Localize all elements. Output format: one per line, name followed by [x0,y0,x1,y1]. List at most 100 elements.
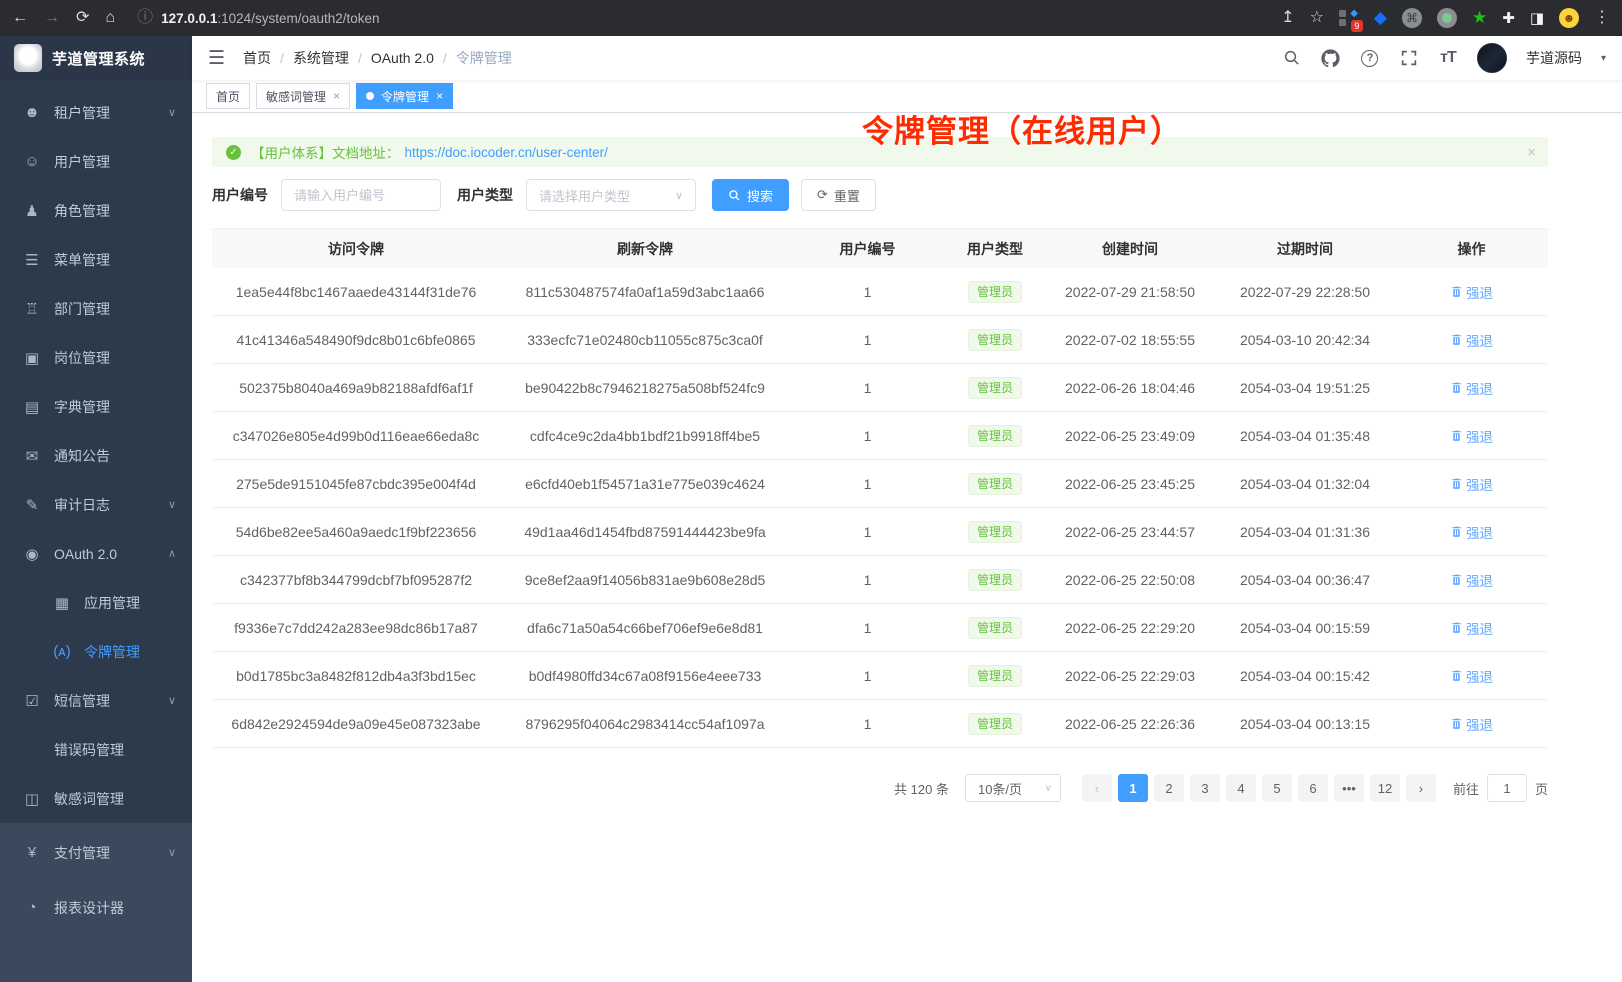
next-page-button[interactable]: › [1406,774,1436,802]
tab-sensitive-words[interactable]: 敏感词管理× [256,83,350,109]
trash-icon [1450,620,1463,635]
access-token-cell: 1ea5e44f8bc1467aaede43144f31de76 [212,284,500,300]
user-type-cell: 管理员 [945,425,1045,447]
more-pages-button[interactable]: ••• [1334,774,1364,802]
browser-home-icon[interactable]: ⌂ [105,10,115,26]
page-button-4[interactable]: 4 [1226,774,1256,802]
github-icon[interactable] [1321,48,1341,68]
user-id-cell: 1 [790,476,945,492]
force-logout-button[interactable]: 强退 [1450,714,1493,734]
trash-icon [1450,476,1463,491]
side-panel-icon[interactable]: ◨ [1530,9,1544,27]
sidebar-item-dept[interactable]: ♖部门管理 [0,284,192,333]
token-icon: (ᴀ) [50,643,74,660]
sidebar-item-role[interactable]: ♟角色管理 [0,186,192,235]
puzzle-extensions-icon[interactable]: ✚ [1502,9,1515,27]
sidebar: 芋道管理系统 ☻租户管理∨ ☺ 用户管理 ♟角色管理☰菜单管理♖部门管理▣岗位管理▤字… [0,36,192,982]
search-icon[interactable] [1282,48,1302,68]
chevron-down-icon[interactable]: ▾ [1601,53,1606,64]
page-button-6[interactable]: 6 [1298,774,1328,802]
share-icon[interactable]: ↥ [1281,10,1294,26]
search-button[interactable]: 搜索 [712,179,789,211]
sidebar-item-menu[interactable]: ☰菜单管理 [0,235,192,284]
sidebar-item-pay[interactable]: ¥支付管理∨ [0,825,192,880]
user-id-input[interactable] [281,179,441,211]
help-icon[interactable]: ? [1360,48,1380,68]
force-logout-button[interactable]: 强退 [1450,618,1493,638]
sidebar-item-dict[interactable]: ▤字典管理 [0,382,192,431]
prev-page-button[interactable]: ‹ [1082,774,1112,802]
font-size-icon[interactable]: ᴛT [1438,48,1458,68]
user-icon: ☺ [20,153,44,170]
sidebar-item-user[interactable]: ☺ 用户管理 [0,137,192,186]
sidebar-item-errcode[interactable]: 错误码管理 [0,725,192,774]
sidebar-item-token[interactable]: (ᴀ) 令牌管理 [0,627,192,676]
site-info-icon[interactable]: ⓘ [137,10,153,26]
force-logout-button[interactable]: 强退 [1450,426,1493,446]
tab-token-management[interactable]: 令牌管理× [356,83,453,109]
close-icon[interactable]: × [436,89,443,103]
force-logout-button[interactable]: 强退 [1450,330,1493,350]
user-id-cell: 1 [790,716,945,732]
bookmark-star-icon[interactable]: ☆ [1310,10,1324,26]
sidebar-item-label: 用户管理 [54,152,110,172]
user-type-select[interactable]: 请选择用户类型 ∨ [526,179,696,211]
command-extension-icon[interactable]: ⌘ [1402,8,1422,28]
col-created-at: 创建时间 [1045,239,1215,259]
app-logo[interactable]: 芋道管理系统 [0,36,192,80]
sidebar-item-notice[interactable]: ✉通知公告 [0,431,192,480]
user-type-cell: 管理员 [945,521,1045,543]
sidebar-item-app[interactable]: ▦应用管理 [0,578,192,627]
force-logout-button[interactable]: 强退 [1450,282,1493,302]
breadcrumb-system[interactable]: 系统管理 [293,48,349,68]
gem-extension-icon[interactable]: ◆ [1374,8,1387,28]
reset-button[interactable]: ⟳ 重置 [801,179,876,211]
user-type-badge: 管理员 [968,377,1022,399]
browser-reload-icon[interactable]: ⟳ [76,10,89,26]
col-actions: 操作 [1395,239,1548,259]
actions-cell: 强退 [1395,522,1548,542]
page-size-select[interactable]: 10条/页 ∨ [965,774,1061,802]
force-logout-button[interactable]: 强退 [1450,378,1493,398]
fullscreen-icon[interactable] [1399,48,1419,68]
breadcrumb-home[interactable]: 首页 [243,48,271,68]
sidebar-item-sms[interactable]: ☑短信管理∨ [0,676,192,725]
user-avatar[interactable] [1477,43,1507,73]
record-extension-icon[interactable] [1437,8,1457,28]
force-logout-button[interactable]: 强退 [1450,570,1493,590]
sidebar-item-tenant[interactable]: ☻租户管理∨ [0,88,192,137]
alert-close-icon[interactable]: × [1527,144,1536,161]
actions-cell: 强退 [1395,426,1548,446]
page-button-5[interactable]: 5 [1262,774,1292,802]
sidebar-item-label: 字典管理 [54,397,110,417]
browser-forward-icon[interactable]: → [44,10,60,26]
doc-link[interactable]: https://doc.iocoder.cn/user-center/ [405,145,608,160]
force-logout-button[interactable]: 强退 [1450,666,1493,686]
page-button-1[interactable]: 1 [1118,774,1148,802]
sidebar-item-sensitive[interactable]: ◫敏感词管理 [0,774,192,823]
breadcrumb-oauth[interactable]: OAuth 2.0 [371,50,434,66]
page-button-3[interactable]: 3 [1190,774,1220,802]
force-logout-button[interactable]: 强退 [1450,522,1493,542]
profile-emoji-icon[interactable]: ☻ [1559,8,1579,28]
username[interactable]: 芋道源码 [1526,48,1582,68]
trash-icon [1450,428,1463,443]
address-bar[interactable]: ⓘ 127.0.0.1:1024/system/oauth2/token [137,10,1265,26]
browser-menu-icon[interactable]: ⋮ [1594,10,1610,26]
extension-blocks-icon[interactable]: ◆ 9 [1339,8,1359,28]
refresh-token-cell: dfa6c71a50a54c66bef706ef9e6e8d81 [500,620,790,636]
browser-back-icon[interactable]: ← [12,10,28,26]
page-button-12[interactable]: 12 [1370,774,1400,802]
sidebar-collapse-icon[interactable]: ☰ [208,47,225,70]
jump-page-input[interactable] [1487,774,1527,802]
sidebar-item-label: 令牌管理 [84,642,140,662]
close-icon[interactable]: × [333,89,340,103]
sidebar-item-post[interactable]: ▣岗位管理 [0,333,192,382]
page-button-2[interactable]: 2 [1154,774,1184,802]
sidebar-item-audit[interactable]: ✎审计日志∨ [0,480,192,529]
sidebar-item-report[interactable]: ◔报表设计器 [0,880,192,935]
sidebar-item-oauth[interactable]: ◉OAuth 2.0∧ [0,529,192,578]
tab-home[interactable]: 首页 [206,83,250,109]
force-logout-button[interactable]: 强退 [1450,474,1493,494]
green-star-extension-icon[interactable]: ★ [1472,8,1487,28]
